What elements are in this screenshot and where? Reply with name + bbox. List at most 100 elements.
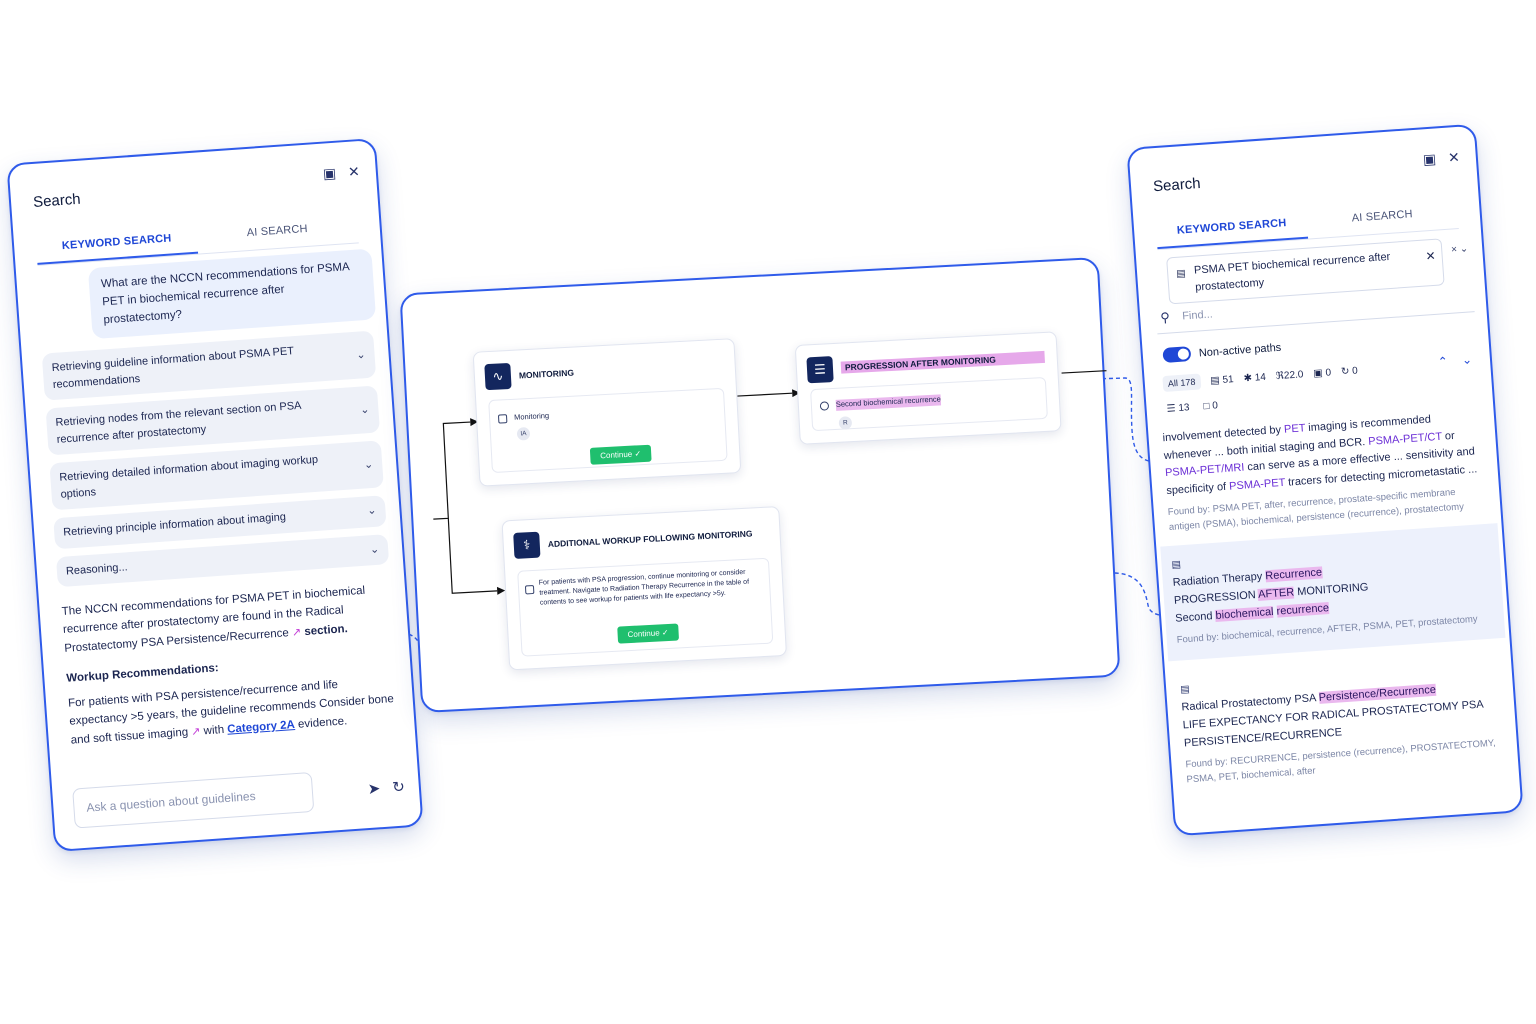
answer-intro: The NCCN recommendations for PSMA PET in… <box>61 580 394 658</box>
option-badge: IA <box>516 426 531 441</box>
snippet-text: involvement detected by <box>1162 423 1282 445</box>
link-icon: ↻ <box>1340 365 1350 378</box>
step-label: Retrieving detailed information about im… <box>59 453 319 501</box>
clear-icon[interactable]: ✕ <box>1425 247 1436 266</box>
result-filters: All 178 ▤ 51 ✱ 14 ℜ22.0 ▣ 0 ↻ 0 <box>1162 354 1474 393</box>
panel-title: Search <box>32 190 82 211</box>
keyword-highlight: PSMA-PET <box>1228 476 1286 493</box>
tab-ai-search[interactable]: AI SEARCH <box>196 211 359 253</box>
keyword-highlight: biochemical <box>1215 606 1274 623</box>
external-link-icon[interactable]: ↗ <box>191 725 201 738</box>
search-icon: ⚲ <box>1159 309 1171 326</box>
filter-count: 51 <box>1222 373 1235 386</box>
close-icon[interactable]: ✕ <box>1448 149 1461 167</box>
step-label: Reasoning... <box>65 560 128 578</box>
category-link[interactable]: Category 2A <box>227 719 295 736</box>
assistant-answer: The NCCN recommendations for PSMA PET in… <box>61 580 401 762</box>
pin-icon[interactable]: ▣ <box>1422 150 1436 168</box>
comment-icon: ▤ <box>1209 374 1221 387</box>
node-title: MONITORING <box>518 367 575 381</box>
pathway-canvas: ∿ MONITORING Monitoring IA Continue ✓ ☰ … <box>399 256 1121 714</box>
node-monitoring[interactable]: ∿ MONITORING Monitoring IA Continue ✓ <box>472 338 742 487</box>
filter-all[interactable]: All 178 <box>1162 373 1201 393</box>
result-text: PSA <box>1293 692 1317 706</box>
chevron-down-icon: ⌄ <box>369 543 380 556</box>
node-progression[interactable]: ☰ PROGRESSION AFTER MONITORING Second bi… <box>794 331 1062 445</box>
result-item[interactable]: ▤ Radical Prostatectomy PSA Persistence/… <box>1169 648 1515 801</box>
file-icon: ▣ <box>1312 367 1324 380</box>
filter-count: 0 <box>1211 400 1219 412</box>
answer-intro-text: The NCCN recommendations for PSMA PET in… <box>61 584 366 655</box>
filter-comments[interactable]: ▤ 51 <box>1210 374 1234 387</box>
send-icon[interactable]: ➤ <box>367 779 381 798</box>
chevron-down-icon[interactable]: ⌄ <box>1459 243 1468 255</box>
filter-lists[interactable]: ☰ 13 <box>1166 402 1190 415</box>
filter-docs[interactable]: ▣ 0 <box>1313 367 1332 379</box>
panel-title: Search <box>1152 174 1202 196</box>
workup-end: evidence. <box>297 714 348 731</box>
node-title: ADDITIONAL WORKUP FOLLOWING MONITORING <box>547 528 753 550</box>
asterisk-icon: ✱ <box>1243 372 1253 384</box>
result-text: Second <box>1174 610 1213 625</box>
non-active-paths-toggle[interactable] <box>1162 346 1192 363</box>
ask-actions: ➤ ↻ <box>367 777 405 798</box>
keyword-highlight: Recurrence <box>1264 566 1323 583</box>
option-checkbox[interactable] <box>524 584 535 595</box>
tab-keyword-search[interactable]: KEYWORD SEARCH <box>35 222 199 265</box>
ask-input[interactable]: Ask a question about guidelines <box>72 771 315 829</box>
node-options: Monitoring IA Continue ✓ <box>488 387 728 474</box>
keyword-highlight: recurrence <box>1276 602 1330 618</box>
option-radio[interactable] <box>819 401 830 411</box>
chat-search-panel: Search ▣ ✕ KEYWORD SEARCH AI SEARCH What… <box>6 137 424 853</box>
panel-header-actions: ▣ ✕ <box>322 163 360 183</box>
filter-count: 22.0 <box>1283 368 1304 382</box>
close-small-icon[interactable]: × <box>1451 244 1458 255</box>
reasoning-steps: Retrieving guideline information about P… <box>41 330 390 596</box>
check-icon: ✓ <box>661 627 669 638</box>
chevron-up-icon[interactable]: ⌃ <box>1437 354 1448 369</box>
chevron-down-icon: ⌄ <box>355 348 366 362</box>
filter-count: 0 <box>1351 364 1359 377</box>
panel-header-actions: ▣ ✕ <box>1422 149 1460 169</box>
step-label: Retrieving nodes from the relevant secti… <box>55 399 302 446</box>
continue-button[interactable]: Continue ✓ <box>617 623 679 644</box>
filter-count: 13 <box>1178 402 1190 415</box>
node-options: Second biochemical recurrence R <box>810 376 1048 432</box>
pulse-icon: ∿ <box>484 362 512 391</box>
chevron-down-icon[interactable]: ⌄ <box>1461 352 1472 367</box>
workup-text: For patients with PSA persistence/recurr… <box>67 678 395 747</box>
result-snippet[interactable]: involvement detected by PET imaging is r… <box>1162 408 1487 536</box>
option-label: Monitoring <box>513 410 550 422</box>
workup-with: with <box>203 723 225 737</box>
check-icon: ✓ <box>634 449 642 459</box>
filter-links[interactable]: ↻ 0 <box>1341 365 1358 377</box>
keyword-highlight: PSMA-PET/MRI <box>1164 461 1245 480</box>
user-question-bubble: What are the NCCN recommendations for PS… <box>87 248 377 340</box>
stage: Search ▣ ✕ KEYWORD SEARCH AI SEARCH What… <box>0 0 1536 1024</box>
tab-ai-search[interactable]: AI SEARCH <box>1306 197 1459 238</box>
document-icon: ▤ <box>1175 268 1187 280</box>
filter-references[interactable]: □ 0 <box>1203 400 1218 412</box>
option-label: For patients with PSA progression, conti… <box>538 568 750 607</box>
node-title: PROGRESSION AFTER MONITORING <box>840 350 1046 374</box>
close-icon[interactable]: ✕ <box>347 163 360 181</box>
chevron-down-icon: ⌄ <box>359 403 370 416</box>
reference-icon: □ <box>1203 400 1210 413</box>
tab-keyword-search[interactable]: KEYWORD SEARCH <box>1155 207 1309 250</box>
filter-sections[interactable]: ℜ22.0 <box>1275 369 1303 382</box>
step-label: Retrieving guideline information about P… <box>51 345 295 391</box>
option-checkbox[interactable] <box>497 414 508 424</box>
filter-nodes[interactable]: ✱ 14 <box>1243 371 1266 384</box>
chip-controls: × ⌄ <box>1451 243 1469 255</box>
node-additional-workup[interactable]: ⚕ ADDITIONAL WORKUP FOLLOWING MONITORING… <box>501 506 787 671</box>
snippet-text: or <box>1444 429 1456 443</box>
refresh-icon[interactable]: ↻ <box>392 777 406 796</box>
pin-icon[interactable]: ▣ <box>322 165 336 183</box>
result-text: MONITORING <box>1296 581 1369 599</box>
toggle-label: Non-active paths <box>1198 341 1282 359</box>
find-placeholder: Find... <box>1181 308 1214 323</box>
result-item-selected[interactable]: ▤ Radiation Therapy Recurrence PROGRESSI… <box>1160 522 1506 662</box>
external-link-icon[interactable]: ↗ <box>292 626 302 639</box>
keyword-search-panel: Search ▣ ✕ KEYWORD SEARCH AI SEARCH ▤ PS… <box>1126 123 1524 837</box>
continue-button[interactable]: Continue ✓ <box>589 444 652 465</box>
